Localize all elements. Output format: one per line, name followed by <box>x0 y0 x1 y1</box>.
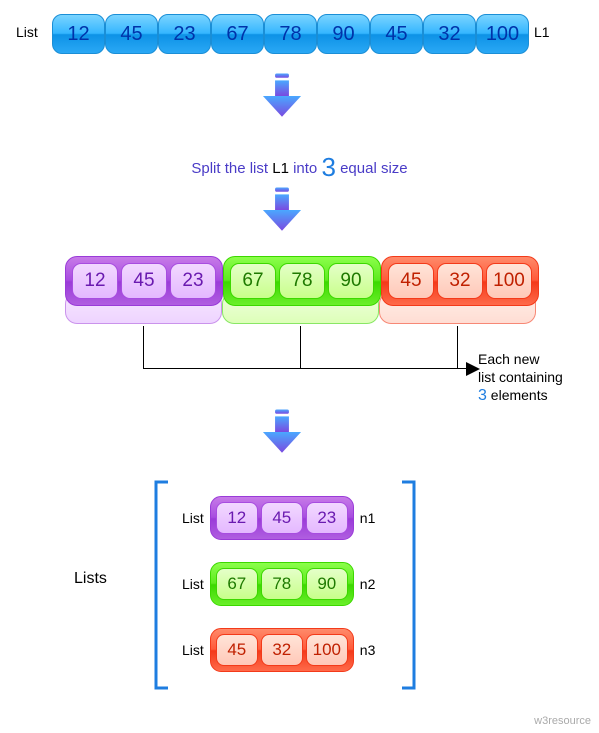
caption-text: Each new <box>478 351 539 367</box>
group-cell: 32 <box>437 263 483 299</box>
list-cell: 32 <box>423 14 476 54</box>
arrow-down-icon <box>252 184 312 236</box>
list-cell: 45 <box>370 14 423 54</box>
caption-count: 3 <box>321 152 335 182</box>
group-cell: 23 <box>170 263 216 299</box>
split-groups-row: 12 45 23 67 78 90 45 32 100 <box>65 256 539 306</box>
result-row-n2: List 67 78 90 n2 <box>182 562 375 606</box>
list-cell: 67 <box>211 14 264 54</box>
group-cell: 32 <box>261 634 303 666</box>
bracket-line <box>143 368 469 369</box>
group-cell: 100 <box>306 634 348 666</box>
group-cell: 45 <box>216 634 258 666</box>
mini-group-red: 45 32 100 <box>210 628 354 672</box>
arrow-down-icon <box>252 406 312 458</box>
group-cell: 23 <box>306 502 348 534</box>
group-green: 67 78 90 <box>223 256 381 306</box>
split-caption: Split the list L1 into 3 equal size <box>0 152 599 183</box>
group-cell: 45 <box>121 263 167 299</box>
l1-label: L1 <box>534 24 550 40</box>
mini-group-green: 67 78 90 <box>210 562 354 606</box>
list-cell: 45 <box>105 14 158 54</box>
top-list-l1: 12 45 23 67 78 90 45 32 100 <box>52 14 529 54</box>
diagram-canvas: List 12 45 23 67 78 90 45 32 100 L1 Spli… <box>0 0 599 733</box>
caption-text: elements <box>487 387 548 403</box>
group-cell: 12 <box>72 263 118 299</box>
list-cell: 90 <box>317 14 370 54</box>
watermark: w3resource <box>534 715 591 727</box>
lists-label: Lists <box>74 570 107 588</box>
group-cell: 45 <box>261 502 303 534</box>
group-cell: 90 <box>328 263 374 299</box>
list-cell: 12 <box>52 14 105 54</box>
bracket-line <box>300 326 301 368</box>
group-cell: 100 <box>486 263 532 299</box>
list-label: List <box>16 24 38 40</box>
result-row-n3: List 45 32 100 n3 <box>182 628 375 672</box>
group-cell: 67 <box>230 263 276 299</box>
group-purple: 12 45 23 <box>65 256 223 306</box>
caption-l1: L1 <box>272 160 289 177</box>
group-cell: 78 <box>279 263 325 299</box>
bracket-line <box>457 326 458 368</box>
caption-text: equal size <box>336 160 408 177</box>
list-cell: 23 <box>158 14 211 54</box>
result-row-n1: List 12 45 23 n1 <box>182 496 375 540</box>
caption-text: list containing <box>478 369 563 385</box>
n-label: n2 <box>360 576 376 592</box>
mini-group-purple: 12 45 23 <box>210 496 354 540</box>
arrow-down-icon <box>252 70 312 122</box>
group-cell: 12 <box>216 502 258 534</box>
group-cell: 67 <box>216 568 258 600</box>
list-label: List <box>182 642 204 658</box>
list-cell: 78 <box>264 14 317 54</box>
n-label: n1 <box>360 510 376 526</box>
list-label: List <box>182 576 204 592</box>
list-label: List <box>182 510 204 526</box>
caption-count: 3 <box>478 387 487 404</box>
each-new-caption: Each new list containing 3 elements <box>478 350 563 407</box>
group-cell: 78 <box>261 568 303 600</box>
caption-text: Split the list <box>191 160 272 177</box>
list-cell: 100 <box>476 14 529 54</box>
caption-text: into <box>289 160 322 177</box>
group-red: 45 32 100 <box>381 256 539 306</box>
group-cell: 45 <box>388 263 434 299</box>
bracket-left-icon <box>150 480 170 695</box>
bracket-line <box>143 326 144 368</box>
bracket-right-icon <box>400 480 420 695</box>
n-label: n3 <box>360 642 376 658</box>
group-cell: 90 <box>306 568 348 600</box>
